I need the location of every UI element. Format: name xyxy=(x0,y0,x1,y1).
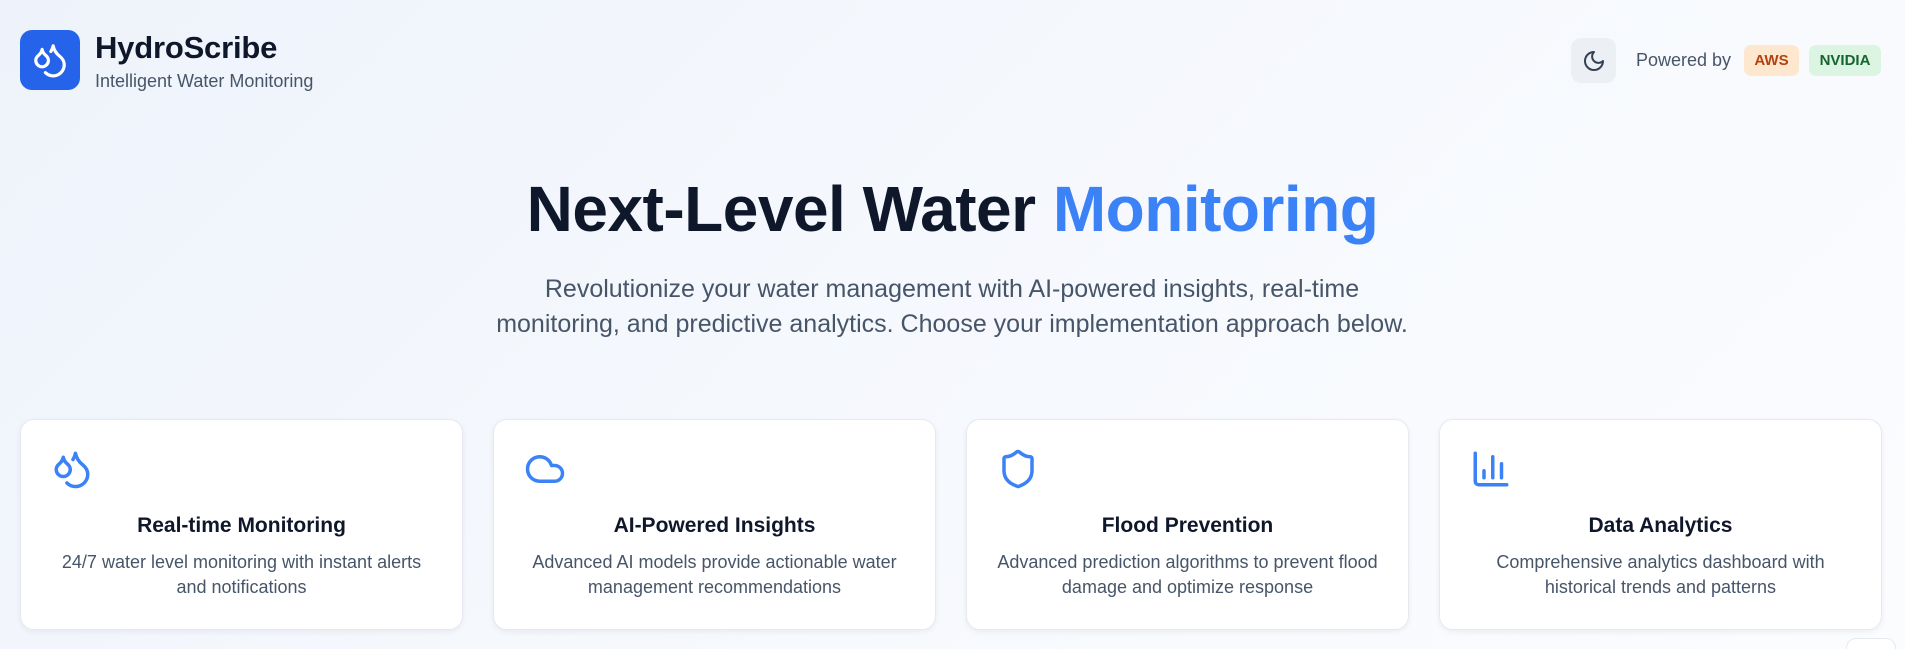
floating-widget[interactable] xyxy=(1846,638,1896,649)
feature-title: Flood Prevention xyxy=(1101,514,1274,537)
hero-title: Next-Level Water Monitoring xyxy=(0,172,1905,246)
nvidia-badge: NVIDIA xyxy=(1809,45,1881,76)
brand-tagline: Intelligent Water Monitoring xyxy=(95,71,314,91)
feature-card-data-analytics[interactable]: Data Analytics Comprehensive analytics d… xyxy=(1439,419,1882,630)
feature-description: 24/7 water level monitoring with instant… xyxy=(61,552,422,597)
feature-description: Advanced prediction algorithms to preven… xyxy=(997,552,1378,597)
brand-logo[interactable] xyxy=(20,30,80,90)
bar-chart-icon xyxy=(1473,451,1509,487)
hero-title-main: Next-Level Water xyxy=(526,173,1053,245)
brand-name: HydroScribe xyxy=(95,30,278,65)
feature-card-ai-insights[interactable]: AI-Powered Insights Advanced AI models p… xyxy=(493,419,936,630)
feature-description: Comprehensive analytics dashboard with h… xyxy=(1496,552,1825,597)
cloud-icon xyxy=(525,455,565,483)
feature-description: Advanced AI models provide actionable wa… xyxy=(532,552,897,597)
droplets-icon xyxy=(34,44,66,78)
feature-title: Data Analytics xyxy=(1588,514,1733,537)
feature-card-realtime-monitoring[interactable]: Real-time Monitoring 24/7 water level mo… xyxy=(20,419,463,630)
aws-badge: AWS xyxy=(1744,45,1799,76)
app-header: HydroScribe Intelligent Water Monitoring… xyxy=(0,0,1905,120)
droplets-icon xyxy=(54,451,90,489)
feature-title: AI-Powered Insights xyxy=(613,514,816,537)
feature-card-flood-prevention[interactable]: Flood Prevention Advanced prediction alg… xyxy=(966,419,1409,630)
shield-icon xyxy=(1002,449,1034,489)
hero-subtitle: Revolutionize your water management with… xyxy=(496,275,1408,338)
moon-icon xyxy=(1583,50,1604,71)
hero-title-accent: Monitoring xyxy=(1052,173,1379,245)
theme-toggle-button[interactable] xyxy=(1571,38,1616,83)
feature-title: Real-time Monitoring xyxy=(137,514,346,537)
powered-by-label: Powered by xyxy=(1636,50,1732,70)
